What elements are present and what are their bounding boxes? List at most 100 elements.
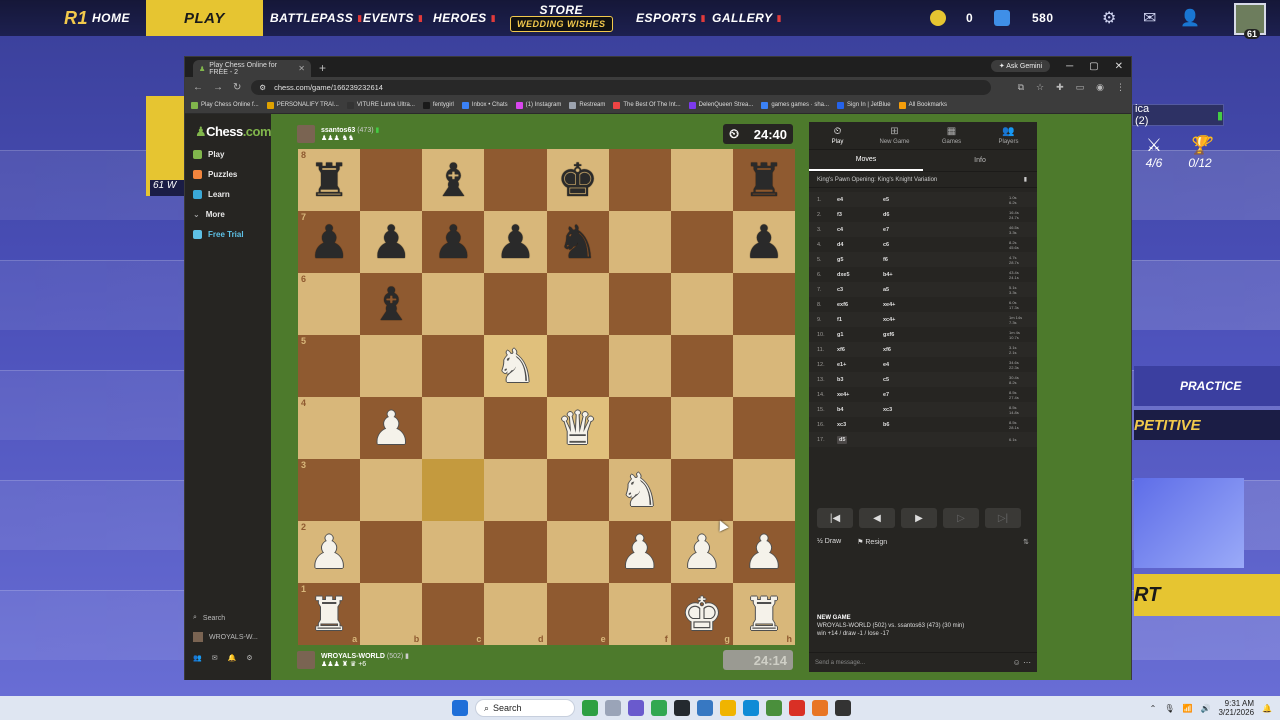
white-move[interactable]: f1	[837, 317, 883, 323]
white-move[interactable]: c4	[837, 227, 883, 233]
black-move[interactable]: e5	[883, 197, 929, 203]
white-rook-icon[interactable]: ♜	[743, 591, 784, 637]
bookmark-item[interactable]: Play Chess Online f...	[191, 101, 259, 109]
opponent-avatar[interactable]	[297, 125, 315, 143]
square-g4[interactable]	[670, 397, 733, 459]
square-d3[interactable]	[484, 459, 547, 521]
draw-button[interactable]: ½ Draw	[817, 538, 841, 546]
install-icon[interactable]: ⧉	[1018, 82, 1024, 93]
white-pawn-icon[interactable]: ♟	[308, 529, 349, 575]
subtab-moves[interactable]: Moves	[809, 150, 923, 171]
sidebar-item-play[interactable]: Play	[193, 150, 224, 159]
nav-play[interactable]: PLAY	[146, 0, 263, 36]
volume-icon[interactable]: 🔊	[1200, 704, 1210, 713]
square-c7[interactable]: ♟	[422, 211, 485, 273]
square-c6[interactable]	[422, 273, 485, 335]
white-queen-icon[interactable]: ♛	[557, 405, 598, 451]
square-e6[interactable]	[546, 273, 609, 335]
chrome-icon[interactable]	[812, 700, 828, 716]
team-box[interactable]: ica (2) ▮	[1132, 103, 1224, 127]
square-h3[interactable]	[732, 459, 795, 521]
square-b4[interactable]: ♟	[360, 397, 423, 459]
square-g6[interactable]	[670, 273, 733, 335]
bookmark-item[interactable]: VITURE Luma Ultra...	[346, 101, 415, 109]
square-a7[interactable]: 7 ♟	[298, 211, 361, 273]
white-knight-icon[interactable]: ♞	[619, 467, 660, 513]
white-knight-icon[interactable]: ♞	[495, 343, 536, 389]
black-move[interactable]: xc4+	[883, 317, 929, 323]
square-c4[interactable]	[422, 397, 485, 459]
white-move[interactable]: g1	[837, 332, 883, 338]
black-knight-icon[interactable]: ♞	[557, 219, 598, 265]
nav-home[interactable]: R1 HOME	[64, 0, 130, 36]
square-b5[interactable]	[360, 335, 423, 397]
white-pawn-icon[interactable]: ♟	[619, 529, 660, 575]
white-move[interactable]: d4	[837, 242, 883, 248]
start-button[interactable]: RT	[1134, 574, 1280, 616]
chevron-up-icon[interactable]: ⌃	[1150, 704, 1157, 713]
black-pawn-icon[interactable]: ♟	[495, 219, 536, 265]
square-f3[interactable]: ♞	[608, 459, 671, 521]
black-pawn-icon[interactable]: ♟	[371, 219, 412, 265]
white-move[interactable]: e4	[837, 197, 883, 203]
star-icon[interactable]: ☆	[1036, 82, 1044, 93]
black-move[interactable]: c6	[883, 242, 929, 248]
square-d6[interactable]	[484, 273, 547, 335]
messages-icon[interactable]: ✉	[212, 654, 218, 662]
minimize-icon[interactable]: ─	[1066, 61, 1073, 72]
square-c1[interactable]: c	[422, 583, 485, 645]
sidebar-user[interactable]: WROYALS-W...	[193, 632, 258, 642]
square-f6[interactable]	[608, 273, 671, 335]
square-e2[interactable]	[546, 521, 609, 583]
white-move[interactable]: b3	[837, 377, 883, 383]
white-pawn-icon[interactable]: ♟	[371, 405, 412, 451]
square-d7[interactable]: ♟	[484, 211, 547, 273]
square-g1[interactable]: g ♚	[670, 583, 733, 645]
bookmark-item[interactable]: All Bookmarks	[898, 101, 947, 109]
nav-gallery[interactable]: GALLERY ▮	[712, 0, 782, 36]
browser-tab[interactable]: ♟ Play Chess Online for FREE - 2 ✕	[193, 60, 311, 77]
white-move[interactable]: d5	[837, 435, 883, 444]
square-f4[interactable]	[608, 397, 671, 459]
player-avatar[interactable]: 61	[1234, 3, 1266, 39]
square-c3[interactable]	[422, 459, 485, 521]
square-d4[interactable]	[484, 397, 547, 459]
square-d1[interactable]: d	[484, 583, 547, 645]
black-move[interactable]: c5	[883, 377, 929, 383]
white-move[interactable]: xc3	[837, 422, 883, 428]
square-g5[interactable]	[670, 335, 733, 397]
square-h5[interactable]	[732, 335, 795, 397]
square-e5[interactable]	[546, 335, 609, 397]
sidebar-item-free-trial[interactable]: Free Trial	[193, 230, 244, 239]
square-a2[interactable]: 2 ♟	[298, 521, 361, 583]
square-b7[interactable]: ♟	[360, 211, 423, 273]
square-a6[interactable]: 6	[298, 273, 361, 335]
square-d5[interactable]: ♞	[484, 335, 547, 397]
resign-button[interactable]: ⚑ Resign	[857, 538, 887, 546]
profile-icon[interactable]: ◉	[1096, 82, 1104, 93]
black-move[interactable]: xf6	[883, 347, 929, 353]
sidebar-item-learn[interactable]: Learn	[193, 190, 230, 199]
nav-esports[interactable]: ESPORTS ▮	[636, 0, 706, 36]
subtab-info[interactable]: Info	[923, 150, 1037, 171]
forward-icon[interactable]: →	[213, 82, 223, 93]
notification-bell-icon[interactable]: 🔔	[1262, 704, 1272, 713]
square-e7[interactable]: ♞	[546, 211, 609, 273]
close-tab-icon[interactable]: ✕	[298, 64, 305, 73]
square-c2[interactable]	[422, 521, 485, 583]
sidebar-search[interactable]: ⌕ Search	[193, 614, 225, 622]
bookmark-item[interactable]: (1) Instagram	[515, 101, 561, 109]
app-icon[interactable]	[697, 700, 713, 716]
black-king-icon[interactable]: ♚	[557, 157, 598, 203]
square-a1[interactable]: 1 a ♜	[298, 583, 361, 645]
square-e1[interactable]: e	[546, 583, 609, 645]
white-move[interactable]: e1+	[837, 362, 883, 368]
square-b2[interactable]	[360, 521, 423, 583]
bookmark-item[interactable]: DelenQueen Strea...	[688, 101, 753, 109]
bookmark-item[interactable]: PERSONALIFY TRAI...	[266, 101, 339, 109]
black-rook-icon[interactable]: ♜	[308, 157, 349, 203]
square-h7[interactable]: ♟	[732, 211, 795, 273]
sidebar-item-puzzles[interactable]: Puzzles	[193, 170, 237, 179]
split-icon[interactable]: ▭	[1076, 82, 1085, 93]
taskbar-clock[interactable]: 9:31 AM 3/21/2026	[1218, 699, 1254, 717]
